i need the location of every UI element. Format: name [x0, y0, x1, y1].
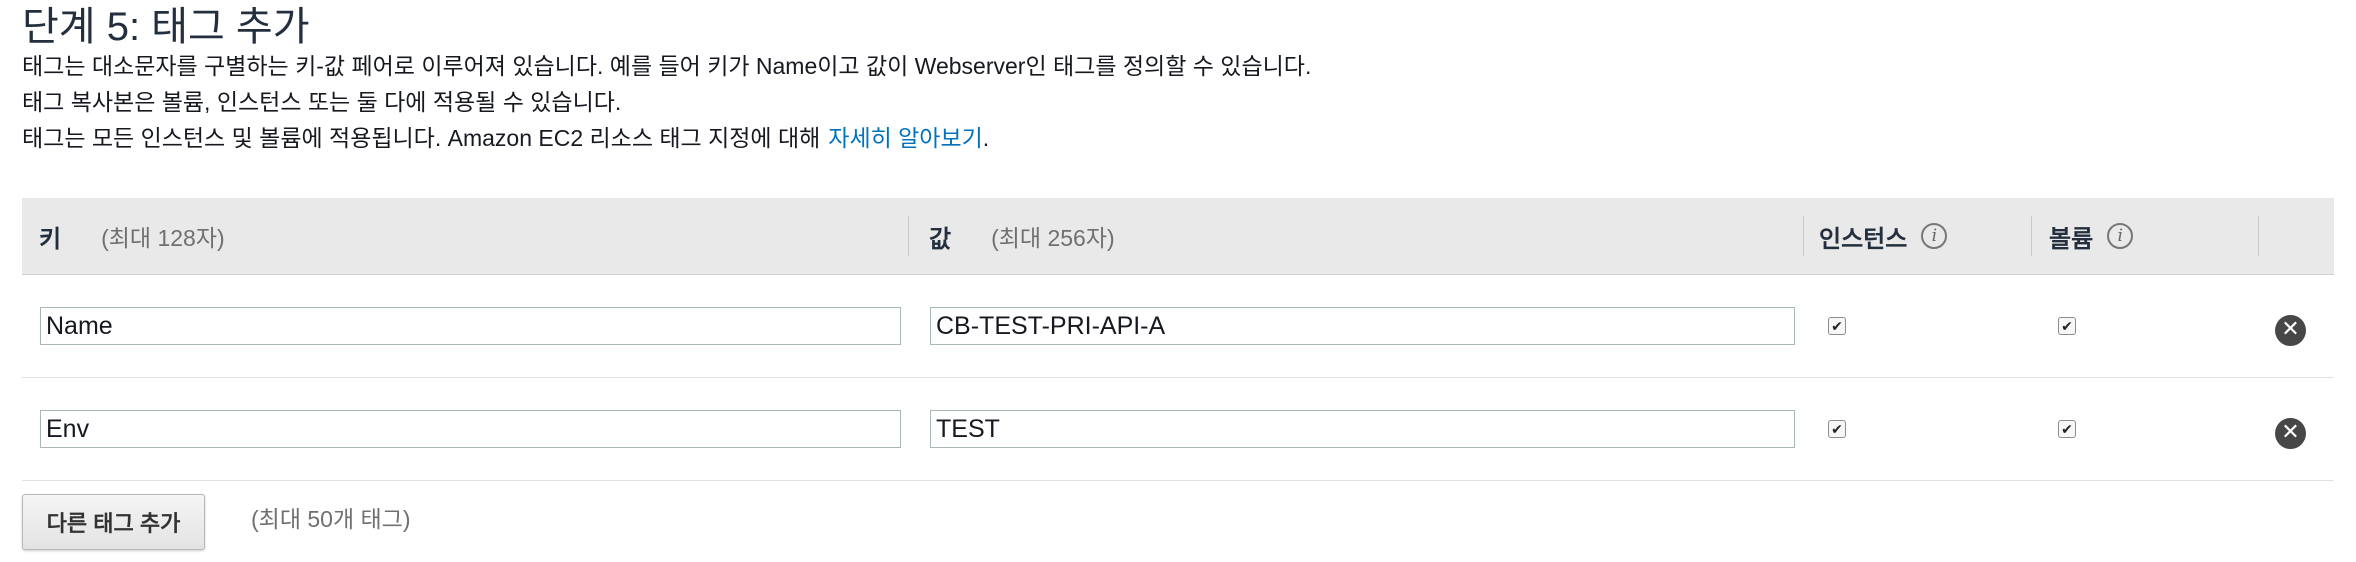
description-line-2: 태그 복사본은 볼륨, 인스턴스 또는 둘 다에 적용될 수 있습니다.	[22, 89, 622, 115]
page-title: 단계 5: 태그 추가	[22, 5, 310, 49]
key-column-header: 키 (최대 128자)	[39, 198, 225, 274]
key-header-label: 키	[39, 225, 62, 253]
volumes-checkbox[interactable]: ✔	[2058, 317, 2076, 335]
table-row: ✔ ✔ ✕	[22, 378, 2334, 481]
description-line-3-end: .	[982, 125, 990, 151]
tag-key-input[interactable]	[40, 410, 901, 448]
instances-checkbox[interactable]: ✔	[1828, 420, 1846, 438]
info-icon[interactable]: i	[1921, 223, 1948, 249]
value-header-label: 값	[929, 225, 952, 253]
tag-value-input[interactable]	[930, 307, 1795, 345]
instances-header-label: 인스턴스	[1819, 225, 1908, 253]
checkmark-icon: ✔	[2061, 421, 2073, 437]
checkmark-icon: ✔	[2061, 318, 2073, 334]
value-column-header: 값 (최대 256자)	[929, 198, 1115, 274]
info-icon[interactable]: i	[2107, 223, 2134, 249]
tag-key-input[interactable]	[40, 307, 901, 345]
value-limit-hint: (최대 256자)	[991, 225, 1115, 251]
description-line-3: 태그는 모든 인스턴스 및 볼륨에 적용됩니다. Amazon EC2 리소스 …	[22, 123, 989, 153]
column-divider	[2258, 216, 2259, 256]
description-line-3-text: 태그는 모든 인스턴스 및 볼륨에 적용됩니다. Amazon EC2 리소스 …	[22, 125, 821, 151]
volumes-header-label: 볼륨	[2049, 225, 2094, 253]
remove-circle-icon[interactable]: ✕	[2275, 418, 2306, 449]
add-tags-step: 단계 5: 태그 추가 태그는 대소문자를 구별하는 키-값 페어로 이루어져 …	[0, 0, 2356, 562]
tag-limit-note: (최대 50개 태그)	[251, 506, 411, 532]
column-divider	[1803, 216, 1804, 256]
tags-table-header: 키 (최대 128자) 값 (최대 256자) 인스턴스 i 볼륨 i	[22, 198, 2334, 275]
key-limit-hint: (최대 128자)	[101, 225, 225, 251]
remove-circle-icon[interactable]: ✕	[2275, 315, 2306, 346]
checkmark-icon: ✔	[1831, 421, 1843, 437]
add-another-tag-button[interactable]: 다른 태그 추가	[22, 494, 205, 550]
tag-value-input[interactable]	[930, 410, 1795, 448]
instances-checkbox[interactable]: ✔	[1828, 317, 1846, 335]
volumes-column-header: 볼륨 i	[2049, 198, 2134, 274]
checkmark-icon: ✔	[1831, 318, 1843, 334]
volumes-checkbox[interactable]: ✔	[2058, 420, 2076, 438]
learn-more-link[interactable]: 자세히 알아보기	[828, 125, 983, 151]
column-divider	[908, 216, 909, 256]
description-line-1: 태그는 대소문자를 구별하는 키-값 페어로 이루어져 있습니다. 예를 들어 …	[22, 53, 1312, 79]
table-row: ✔ ✔ ✕	[22, 275, 2334, 378]
instances-column-header: 인스턴스 i	[1819, 198, 1948, 274]
column-divider	[2031, 216, 2032, 256]
tags-table: 키 (최대 128자) 값 (최대 256자) 인스턴스 i 볼륨 i Name…	[22, 198, 2334, 481]
